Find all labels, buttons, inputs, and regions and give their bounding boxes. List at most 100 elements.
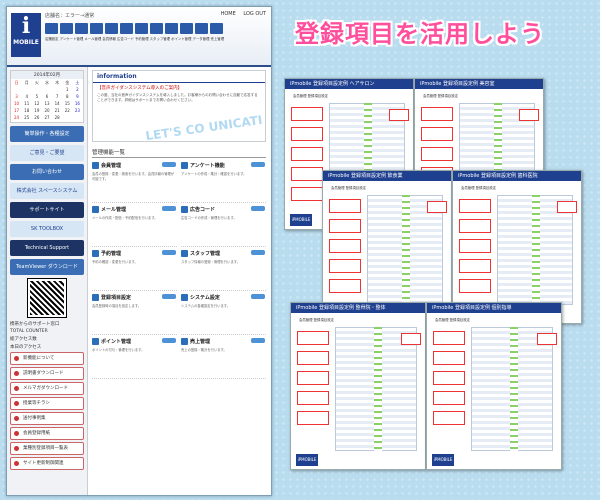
sidebar-banner-guide[interactable]: 簡単操作・各種設定 — [10, 126, 84, 142]
feature-go-button[interactable] — [162, 294, 176, 299]
callout-note — [459, 259, 491, 273]
sidebar-banner-company[interactable]: 株式会社 スペースシステム — [10, 183, 84, 199]
calendar-day[interactable]: 15 — [63, 101, 72, 107]
feature-go-button[interactable] — [251, 162, 265, 167]
feature-go-button[interactable] — [162, 250, 176, 255]
callout-note — [401, 333, 421, 345]
logout-link[interactable]: LOG OUT — [243, 11, 266, 17]
feature-go-button[interactable] — [162, 338, 176, 343]
information-text: この度、当社の音声ガイダンスシステムを導入しました。お客様からのお問い合わせに自… — [97, 93, 258, 102]
calendar-day[interactable]: 24 — [12, 115, 21, 121]
calendar-day[interactable]: 7 — [53, 94, 62, 100]
calendar-day[interactable] — [32, 87, 41, 93]
side-button[interactable]: メルマガダウンロード — [10, 382, 84, 395]
home-link[interactable]: HOME — [221, 11, 236, 17]
side-button[interactable]: 会員登録用紙 — [10, 427, 84, 440]
setting-example-sheet: iPmobile 登録項目設定例 歯科医院会員管理 登録項目設定iPMOBILE — [452, 170, 582, 324]
qr-caption: 携帯からのサポート窓口 — [10, 322, 60, 327]
side-button[interactable]: 新機能について — [10, 352, 84, 365]
feature-go-button[interactable] — [162, 162, 176, 167]
calendar-day[interactable]: 17 — [12, 108, 21, 114]
toolbar-store-icon[interactable] — [45, 23, 58, 34]
sidebar-banner-teamviewer[interactable]: TeamViewer ダウンロード — [10, 259, 84, 275]
calendar-weekday: 月 — [24, 80, 29, 85]
calendar-day[interactable]: 23 — [73, 108, 82, 114]
calendar-day[interactable]: 25 — [22, 115, 31, 121]
feature-go-button[interactable] — [251, 250, 265, 255]
calendar-day[interactable] — [53, 87, 62, 93]
callout-note — [297, 391, 329, 405]
calendar-day[interactable]: 2 — [73, 87, 82, 93]
calendar-day[interactable]: 8 — [63, 94, 72, 100]
feature-go-button[interactable] — [251, 294, 265, 299]
sheet-subtitle: 会員管理 登録項目設定 — [299, 318, 334, 322]
toolbar-member-icon[interactable] — [90, 23, 103, 34]
callout-note — [421, 147, 453, 161]
toolbar-data-icon[interactable] — [165, 23, 178, 34]
calendar-day[interactable]: 27 — [42, 115, 51, 121]
toolbar-n-icon[interactable] — [210, 23, 223, 34]
sidebar-banner-tech[interactable]: Technical Support — [10, 240, 84, 256]
calendar-day[interactable]: 1 — [63, 87, 72, 93]
calendar-day[interactable]: 20 — [42, 108, 51, 114]
side-button[interactable]: 送付事例集 — [10, 412, 84, 425]
calendar-day[interactable]: 22 — [63, 108, 72, 114]
feature-card-desc: 会員の登録・変更・検索を行います。会員情報の管理が可能です。 — [92, 172, 175, 181]
sheet-title: iPmobile 登録項目設定例 個別指導 — [427, 303, 561, 313]
feature-go-button[interactable] — [162, 206, 176, 211]
sheet-title: iPmobile 登録項目設定例 整骨院・整体 — [291, 303, 425, 313]
calendar-day[interactable]: 6 — [42, 94, 51, 100]
sidebar-banner-feedback[interactable]: ご意見・ご要望 — [10, 145, 84, 161]
calendar-day[interactable]: 4 — [22, 94, 31, 100]
callout-note — [433, 391, 465, 405]
calendar-day[interactable]: 13 — [42, 101, 51, 107]
calendar-day[interactable]: 26 — [32, 115, 41, 121]
calendar-day[interactable]: 3 — [12, 94, 21, 100]
sidebar-banner-support[interactable]: サポートサイト — [10, 202, 84, 218]
calendar-day[interactable]: 12 — [32, 101, 41, 107]
side-button[interactable]: 授業等チラシ — [10, 397, 84, 410]
setting-example-sheet: iPmobile 登録項目設定例 飲食業会員管理 登録項目設定iPMOBILE — [322, 170, 452, 324]
toolbar-survey-icon[interactable] — [60, 23, 73, 34]
calendar-day[interactable]: 14 — [53, 101, 62, 107]
calendar-day[interactable]: 21 — [53, 108, 62, 114]
calendar-day[interactable]: 11 — [22, 101, 31, 107]
feature-go-button[interactable] — [251, 338, 265, 343]
side-button[interactable]: サイト更新制御関連 — [10, 457, 84, 470]
sidebar-banner-contact[interactable]: お問い合わせ — [10, 164, 84, 180]
toolbar-adcode-icon[interactable] — [105, 23, 118, 34]
toolbar-staff-icon[interactable] — [135, 23, 148, 34]
sidebar-banner-toolbox[interactable]: SK TOOLBOX — [10, 221, 84, 237]
toolbar-sales-icon[interactable] — [180, 23, 193, 34]
calendar-day[interactable] — [12, 87, 21, 93]
toolbar-point-icon[interactable] — [150, 23, 163, 34]
calendar-day[interactable] — [22, 87, 31, 93]
calendar-day[interactable]: 10 — [12, 101, 21, 107]
ipmobile-logo[interactable]: i MOBILE — [11, 13, 41, 57]
sheet-title: iPmobile 登録項目設定例 歯科医院 — [453, 171, 581, 181]
callout-note — [329, 219, 361, 233]
calendar-day[interactable]: 28 — [53, 115, 62, 121]
callout-note — [329, 279, 361, 293]
information-headline[interactable]: 【音声ガイダンスシステム導入のご案内】 — [93, 83, 265, 93]
setting-example-sheet: iPmobile 登録項目設定例 個別指導 会員管理 登録項目設定 iPMOBILE — [426, 302, 562, 470]
side-button[interactable]: 業種別登録項目一覧表 — [10, 442, 84, 455]
counter-today: 本日のアクセス — [10, 345, 42, 350]
calendar-day[interactable]: 19 — [32, 108, 41, 114]
store-name: 店舗名：エラー→通常 — [45, 13, 95, 19]
toolbar-reserve-icon[interactable] — [120, 23, 133, 34]
toolbar-mail-icon[interactable] — [75, 23, 88, 34]
toolbar-p-icon[interactable] — [195, 23, 208, 34]
calendar-day[interactable]: 18 — [22, 108, 31, 114]
sheet-title: iPmobile 登録項目設定例 美容室 — [415, 79, 543, 89]
calendar-day[interactable] — [63, 115, 72, 121]
sheet-footer-logo: iPMOBILE — [290, 214, 312, 226]
calendar-day[interactable] — [73, 115, 82, 121]
calendar-day[interactable] — [42, 87, 51, 93]
calendar-day[interactable]: 5 — [32, 94, 41, 100]
side-button[interactable]: 説明書ダウンロード — [10, 367, 84, 380]
calendar-day[interactable]: 16 — [73, 101, 82, 107]
calendar-day[interactable]: 9 — [73, 94, 82, 100]
feature-go-button[interactable] — [251, 206, 265, 211]
sheet-subtitle: 会員管理 登録項目設定 — [435, 318, 470, 322]
